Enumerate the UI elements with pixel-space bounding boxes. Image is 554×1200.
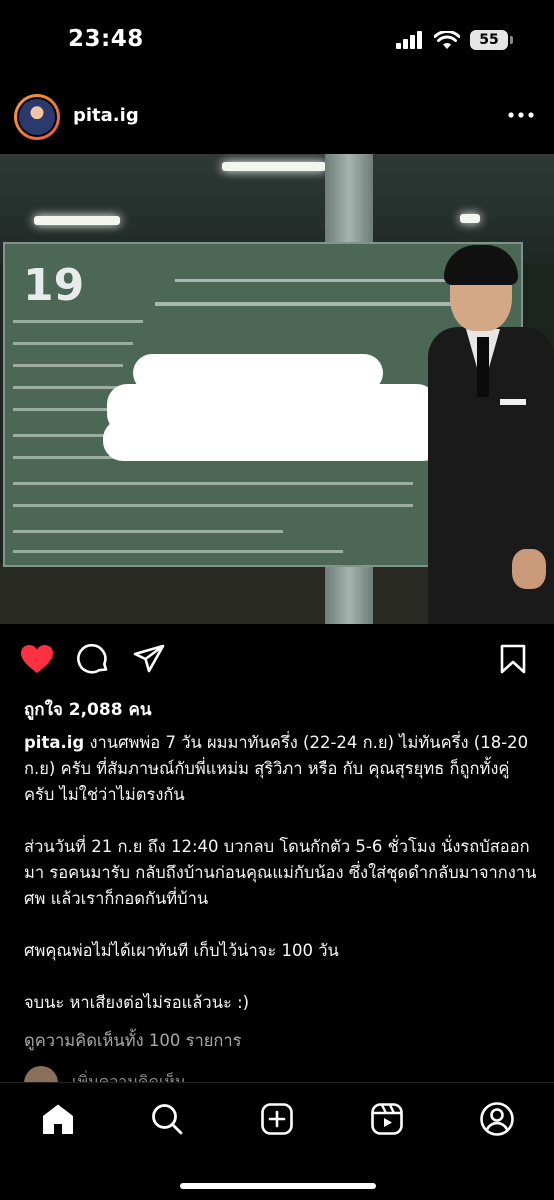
post-caption: pita.ig งานศพพ่อ 7 วัน ผมมาทันครึ่ง (22-… bbox=[24, 730, 539, 1042]
signal-icon bbox=[396, 31, 422, 49]
banner-number: 19 bbox=[23, 260, 85, 311]
more-icon bbox=[508, 112, 534, 118]
profile-icon bbox=[480, 1102, 514, 1136]
post-username[interactable]: pita.ig bbox=[73, 105, 139, 126]
caption-paragraph-4: จบนะ หาเสียงต่อไม่รอแล้วนะ :) bbox=[24, 993, 250, 1012]
nav-create[interactable] bbox=[257, 1099, 297, 1139]
comment-button[interactable] bbox=[74, 640, 112, 678]
like-button[interactable] bbox=[18, 640, 56, 678]
nav-reels[interactable] bbox=[367, 1099, 407, 1139]
status-icons: 55 bbox=[396, 30, 513, 50]
comment-icon bbox=[77, 643, 108, 674]
post-header: pita.ig bbox=[0, 90, 554, 144]
bottom-navigation bbox=[0, 1082, 554, 1200]
share-button[interactable] bbox=[130, 640, 168, 678]
save-button[interactable] bbox=[494, 640, 532, 678]
heart-icon bbox=[21, 645, 53, 673]
nav-search[interactable] bbox=[147, 1099, 187, 1139]
status-time: 23:48 bbox=[68, 26, 144, 52]
battery-indicator: 55 bbox=[470, 30, 513, 50]
wifi-icon bbox=[434, 30, 460, 49]
caption-paragraph-1: งานศพพ่อ 7 วัน ผมมาทันครึ่ง (22-24 ก.ย) … bbox=[24, 733, 529, 804]
reels-icon bbox=[371, 1103, 403, 1135]
avatar[interactable] bbox=[14, 94, 60, 140]
search-icon bbox=[152, 1104, 183, 1135]
share-icon bbox=[133, 644, 165, 673]
caption-username[interactable]: pita.ig bbox=[24, 733, 84, 752]
post-photo[interactable]: 19 bbox=[0, 154, 554, 624]
more-options-button[interactable] bbox=[506, 100, 536, 130]
home-indicator bbox=[180, 1183, 376, 1189]
person-figure bbox=[428, 245, 554, 624]
caption-paragraph-3: ศพคุณพ่อไม่ได้เผาทันที เก็บไว้น่าจะ 100 … bbox=[24, 941, 339, 960]
post-actions bbox=[0, 640, 554, 680]
like-count[interactable]: ถูกใจ 2,088 คน bbox=[24, 696, 151, 723]
bookmark-icon bbox=[500, 644, 526, 674]
status-bar: 23:48 55 bbox=[0, 0, 554, 78]
nav-profile[interactable] bbox=[477, 1099, 517, 1139]
caption-paragraph-2: ส่วนวันที่ 21 ก.ย ถึง 12:40 บวกลบ โดนกัก… bbox=[24, 837, 537, 908]
home-icon bbox=[43, 1104, 73, 1134]
view-all-comments-link[interactable]: ดูความคิดเห็นทั้ง 100 รายการ bbox=[24, 1028, 242, 1054]
create-icon bbox=[261, 1103, 293, 1135]
nav-home[interactable] bbox=[38, 1099, 78, 1139]
